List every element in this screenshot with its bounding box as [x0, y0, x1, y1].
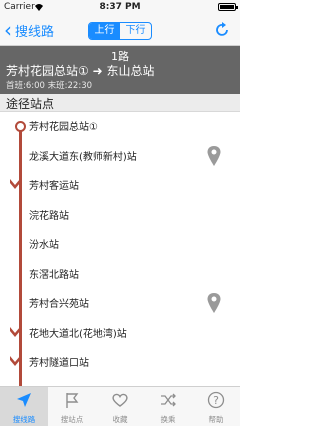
stop-name: 汾水站 — [29, 240, 59, 251]
tab-label: 换乘 — [160, 415, 176, 424]
back-button[interactable]: ‹ 搜线路 — [4, 19, 54, 41]
stop-name: 浣花路站 — [29, 210, 69, 222]
stop-name: 东滘北路站 — [29, 269, 79, 281]
bus-marker-icon — [10, 356, 20, 366]
battery-icon — [218, 3, 238, 11]
route-arrow: ➜ — [92, 64, 103, 78]
tab-search-route[interactable]: 搜线路 — [0, 387, 48, 426]
shuffle-icon — [161, 393, 176, 407]
stop-item[interactable]: 浣花路站 — [0, 201, 240, 230]
stop-dot-icon — [15, 121, 26, 132]
svg-text:?: ? — [213, 394, 219, 407]
refresh-icon[interactable] — [212, 20, 232, 40]
tab-search-stop[interactable]: 搜站点 — [48, 387, 96, 426]
stop-item[interactable]: 芳村合兴苑站 — [0, 289, 240, 318]
tab-help[interactable]: ? 帮助 — [192, 387, 240, 426]
stop-item[interactable]: 东滘北路站 — [0, 260, 240, 289]
tab-transfer[interactable]: 换乘 — [144, 387, 192, 426]
stop-name: 花地大道北(花地湾)站 — [29, 328, 127, 340]
navigation-arrow-icon — [17, 393, 31, 407]
segment-down[interactable]: 下行 — [120, 23, 151, 39]
back-label: 搜线路 — [15, 24, 55, 40]
bus-marker-icon — [10, 326, 20, 337]
stop-name: 芳村花园总站① — [29, 122, 98, 133]
navigation-bar: ‹ 搜线路 上行 下行 — [0, 14, 240, 46]
tab-bar: 搜线路 搜站点 收藏 换乘 ? 帮助 — [0, 386, 240, 426]
section-header: 途径站点 — [0, 94, 240, 112]
route-from: 芳村花园总站① — [6, 64, 89, 78]
first-bus-time: 首班:6:00 — [6, 81, 45, 91]
route-direction: 芳村花园总站① ➜ 东山总站 — [6, 62, 155, 79]
map-pin-icon[interactable] — [206, 292, 222, 314]
segment-up[interactable]: 上行 — [89, 23, 120, 39]
route-info-panel: 1路 芳村花园总站① ➜ 东山总站 首班:6:00 末班:22:30 — [0, 46, 240, 94]
stop-name: 芳村隧道口站 — [29, 358, 89, 369]
clock: 8:37 PM — [99, 2, 141, 12]
stop-item[interactable]: 芳村隧道口站 — [0, 348, 240, 377]
flag-icon — [66, 393, 79, 408]
tab-label: 搜站点 — [60, 415, 84, 424]
tab-label: 搜线路 — [12, 415, 36, 424]
stop-item[interactable]: 汾水站 — [0, 230, 240, 259]
direction-segmented-control: 上行 下行 — [88, 22, 152, 40]
route-schedule: 首班:6:00 末班:22:30 — [6, 79, 92, 91]
last-bus-time: 末班:22:30 — [47, 81, 93, 91]
status-bar: Carrier 8:37 PM — [0, 0, 240, 14]
tab-label: 帮助 — [208, 415, 224, 424]
stop-list[interactable]: 芳村花园总站① 龙溪大道东(教师新村)站 芳村客运站浣花路站汾水站东滘北路站芳村合兴… — [0, 112, 240, 386]
stop-item[interactable]: 芳村客运站 — [0, 171, 240, 200]
stop-item[interactable]: 芳村花园总站① — [0, 112, 240, 141]
chevron-left-icon: ‹ — [4, 18, 12, 42]
stop-name: 龙溪大道东(教师新村)站 — [29, 151, 137, 163]
stop-name: 芳村客运站 — [29, 181, 79, 192]
tab-label: 收藏 — [112, 415, 128, 424]
tab-favorites[interactable]: 收藏 — [96, 387, 144, 426]
bus-marker-icon — [10, 179, 20, 189]
stop-name: 芳村合兴苑站 — [29, 299, 89, 310]
heart-icon — [112, 393, 128, 407]
section-title: 途径站点 — [6, 97, 55, 111]
stop-item[interactable]: 花地大道北(花地湾)站 — [0, 319, 240, 348]
route-to: 东山总站 — [106, 64, 155, 78]
stop-item[interactable]: 龙溪大道东(教师新村)站 — [0, 142, 240, 171]
help-icon: ? — [207, 391, 225, 409]
map-pin-icon[interactable] — [206, 145, 222, 167]
